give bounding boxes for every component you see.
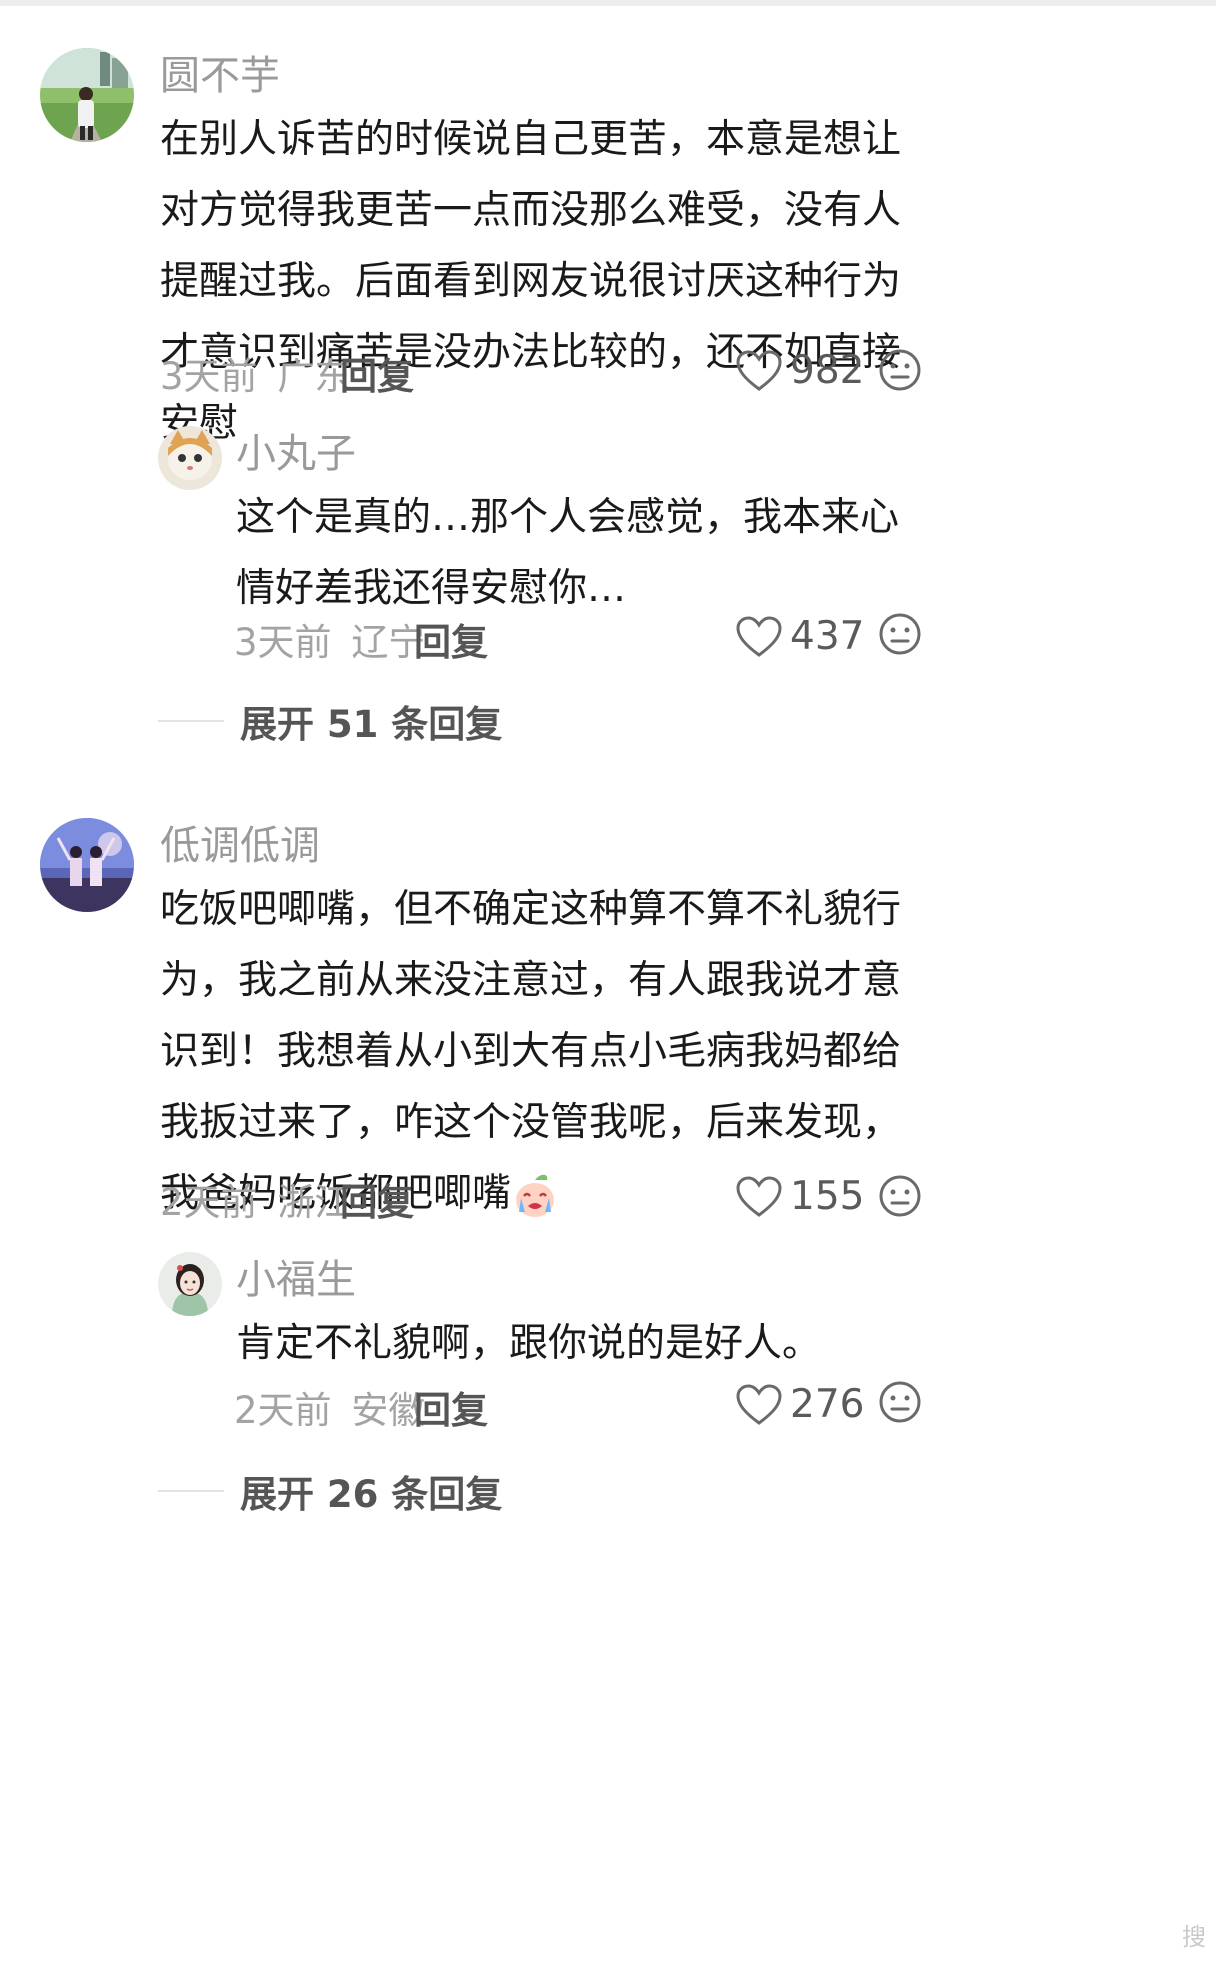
crying-peach-emoji-icon — [516, 1174, 555, 1217]
expand-divider — [158, 1490, 224, 1492]
reply-text: 这个是真的…那个人会感觉，我本来心情好差我还得安慰你… — [236, 495, 900, 611]
reply-time: 2天前 — [234, 1389, 332, 1432]
like-count: 155 — [790, 1174, 865, 1219]
top-divider — [0, 0, 1216, 6]
avatar-girl-park-icon — [40, 48, 134, 142]
expand-replies-button[interactable]: 展开 51 条回复 — [158, 694, 502, 748]
like-button[interactable]: 982 — [736, 348, 864, 393]
like-button[interactable]: 155 — [736, 1174, 864, 1219]
reply-meta: 2天前 安徽 — [234, 1380, 425, 1434]
dislike-face-icon[interactable] — [878, 612, 922, 656]
comment-username[interactable]: 低调低调 — [160, 822, 320, 870]
comment-username[interactable]: 圆不芋 — [160, 52, 280, 100]
heart-icon — [736, 1383, 782, 1425]
like-button[interactable]: 276 — [736, 1382, 864, 1427]
expand-label: 展开 51 条回复 — [240, 703, 503, 746]
reply-text: 肯定不礼貌啊，跟你说的是好人。 — [236, 1321, 822, 1366]
avatar-woman-portrait-icon — [158, 1252, 222, 1316]
expand-label: 展开 26 条回复 — [240, 1473, 503, 1516]
reply-button[interactable]: 回复 — [414, 1380, 488, 1434]
reply-button[interactable]: 回复 — [340, 346, 414, 400]
avatar[interactable] — [158, 1252, 222, 1316]
comment-time: 3天前 — [160, 355, 258, 398]
heart-icon — [736, 615, 782, 657]
heart-icon — [736, 349, 782, 391]
like-button[interactable]: 437 — [736, 614, 864, 659]
avatar[interactable] — [158, 426, 222, 490]
expand-divider — [158, 720, 224, 722]
comment-meta: 2天前 浙江 — [160, 1172, 351, 1226]
like-count: 437 — [790, 614, 865, 659]
like-count: 982 — [790, 348, 865, 393]
dislike-face-icon[interactable] — [878, 1380, 922, 1424]
avatar[interactable] — [40, 818, 134, 912]
dislike-face-icon[interactable] — [878, 1174, 922, 1218]
reply-username[interactable]: 小丸子 — [236, 430, 356, 478]
comment-text: 在别人诉苦的时候说自己更苦，本意是想让对方觉得我更苦一点而没那么难受，没有人提醒… — [160, 117, 902, 446]
comment-meta: 3天前 广东 — [160, 346, 351, 400]
heart-icon — [736, 1175, 782, 1217]
reply-username[interactable]: 小福生 — [236, 1256, 356, 1304]
avatar-cat-icon — [158, 426, 222, 490]
comment-text-body: 吃饭吧唧嘴，但不确定这种算不算不礼貌行为，我之前从来没注意过，有人跟我说才意识到… — [160, 887, 902, 1216]
avatar-two-girls-icon — [40, 818, 134, 912]
dislike-face-icon[interactable] — [878, 348, 922, 392]
comment-time: 2天前 — [160, 1181, 258, 1224]
reply-meta: 3天前 辽宁 — [234, 612, 425, 666]
avatar[interactable] — [40, 48, 134, 142]
like-count: 276 — [790, 1382, 865, 1427]
reply-button[interactable]: 回复 — [414, 612, 488, 666]
reply-time: 3天前 — [234, 621, 332, 664]
expand-replies-button[interactable]: 展开 26 条回复 — [158, 1464, 502, 1518]
reply-button[interactable]: 回复 — [340, 1172, 414, 1226]
watermark: 搜 — [1182, 1923, 1206, 1951]
